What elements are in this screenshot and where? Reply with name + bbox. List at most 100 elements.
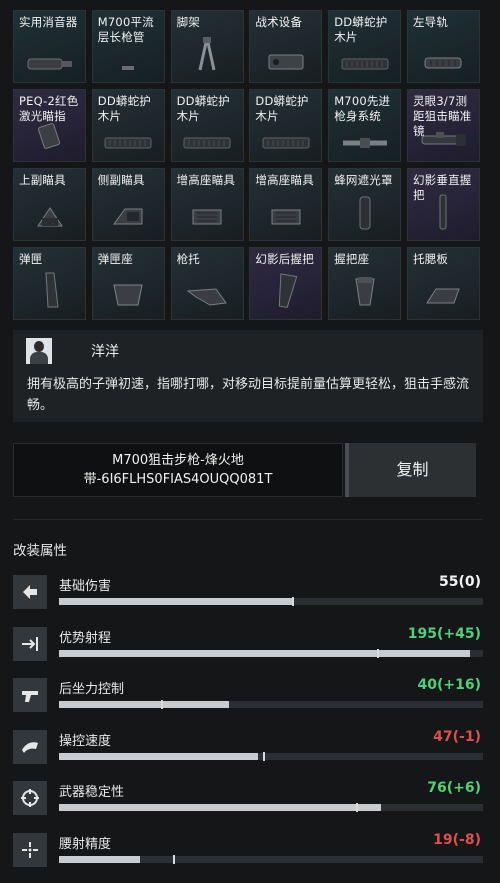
part-label: 蜂网遮光罩 <box>334 173 393 187</box>
part-slot[interactable]: 幻影垂直握把 <box>406 168 480 241</box>
part-label: 左导轨 <box>412 15 449 29</box>
part-slot[interactable]: 蜂网遮光罩 <box>328 168 402 241</box>
attribute-bar-fill <box>59 649 471 657</box>
part-slot[interactable]: 上副瞄具 <box>13 168 86 241</box>
part-slot[interactable]: 托腮板 <box>406 247 480 320</box>
cheek-rest-icon <box>424 285 462 313</box>
part-label: 增高座瞄具 <box>255 173 314 187</box>
range-icon <box>13 626 47 661</box>
side-sight-icon <box>111 204 145 234</box>
part-slot[interactable]: 实用消音器 <box>13 10 86 83</box>
part-slot[interactable]: DD蟒蛇护木片 <box>328 10 402 83</box>
scope-icon <box>418 129 468 155</box>
magazine-icon <box>40 271 60 313</box>
part-label: 增高座瞄具 <box>176 173 236 187</box>
part-slot[interactable]: DD蟒蛇护木片 <box>170 89 244 162</box>
grip-mount-icon <box>350 275 380 313</box>
attribute-value: 76(+6) <box>427 780 481 796</box>
description-text: 拥有极高的子弹初速，指哪打哪，对移动目标提前量估算更轻松，狙击手感流畅。 <box>27 377 470 413</box>
attribute-name: 武器稳定性 <box>59 785 125 800</box>
part-slot[interactable]: DD蟒蛇护木片 <box>91 89 165 162</box>
author-name: 洋洋 <box>91 344 119 360</box>
part-label: 枪托 <box>176 252 200 266</box>
attribute-bar-marker <box>292 597 295 606</box>
attribute-row: 优势射程 195(+45) <box>13 625 483 665</box>
damage-icon <box>13 575 47 609</box>
part-slot[interactable]: 弹匣座 <box>91 247 165 320</box>
attribute-row: 腰射精度 19(-8) <box>13 831 483 871</box>
attribute-value: 55(0) <box>438 574 481 590</box>
part-label: 战术设备 <box>255 15 303 29</box>
part-slot[interactable]: 脚架 <box>170 10 244 83</box>
handguard-panel-icon <box>341 56 389 76</box>
part-slot[interactable]: 握把座 <box>328 247 402 320</box>
part-slot[interactable]: 幻影后握把 <box>249 247 323 320</box>
attribute-row: 后坐力控制 40(+16) <box>13 676 483 716</box>
weapon-code-box: M700狙击步枪-烽火地 带-6I6FLHS0FIAS4OUQQ081T <box>13 443 343 497</box>
part-slot[interactable]: 枪托 <box>170 247 244 320</box>
attribute-bar-marker <box>355 803 358 812</box>
part-slot[interactable]: 弹匣 <box>13 247 86 320</box>
part-slot[interactable]: 灵眼3/7测距狙击瞄准镜 <box>406 89 480 162</box>
part-slot[interactable]: 侧副瞄具 <box>91 168 165 241</box>
suppressor-icon <box>27 56 73 76</box>
part-slot[interactable]: 左导轨 <box>406 10 480 83</box>
attribute-bar <box>59 700 483 709</box>
attribute-value: 47(-1) <box>433 728 481 745</box>
attribute-name: 操控速度 <box>59 733 112 749</box>
attribute-bar <box>59 751 483 761</box>
part-slot[interactable]: M700先进枪身系统 <box>328 89 402 162</box>
part-slot[interactable]: PEQ-2红色激光瞄指 <box>13 89 86 162</box>
part-label: M700先进枪身系统 <box>334 94 391 123</box>
attribute-bar <box>59 648 483 658</box>
attribute-name: 基础伤害 <box>59 579 112 594</box>
attribute-bar-marker <box>377 648 379 658</box>
attribute-value: 19(-8) <box>433 831 481 848</box>
parts-grid: 实用消音器 M700平流层长枪管 脚架 战术设备 DD蟒蛇护木片 左导轨 PEQ-2红色激光… <box>13 10 490 320</box>
handling-icon <box>13 729 47 764</box>
attribute-name: 腰射精度 <box>59 836 112 852</box>
part-slot[interactable]: M700平流层长枪管 <box>91 10 165 83</box>
attribute-name: 后坐力控制 <box>59 682 125 697</box>
attribute-bar-marker <box>262 751 265 761</box>
attribute-value: 195(+45) <box>407 625 481 642</box>
part-label: 上副瞄具 <box>19 173 66 187</box>
copy-button[interactable]: 复制 <box>345 443 476 497</box>
attribute-bar-fill <box>59 701 229 708</box>
vertical-grip-icon <box>436 194 450 234</box>
part-slot[interactable]: 战术设备 <box>249 10 323 83</box>
recoil-icon <box>13 678 47 712</box>
riser-mount-icon <box>269 204 303 234</box>
attribute-row: 武器稳定性 76(+6) <box>13 779 483 819</box>
handguard-panel-icon <box>183 135 231 155</box>
attribute-bar <box>59 854 483 864</box>
tactical-device-icon <box>267 52 305 76</box>
attribute-bar-fill <box>59 752 259 760</box>
part-label: 侧副瞄具 <box>97 173 145 187</box>
bipod-icon <box>194 36 220 76</box>
pistol-grip-icon <box>274 273 298 313</box>
magwell-icon <box>111 281 145 313</box>
part-label: 托腮板 <box>412 252 449 266</box>
avatar[interactable] <box>26 338 52 364</box>
part-label: M700平流层长枪管 <box>97 15 154 44</box>
part-label: 弹匣座 <box>97 252 133 266</box>
part-slot[interactable]: 增高座瞄具 <box>170 168 244 241</box>
part-label: 幻影后握把 <box>255 252 314 266</box>
attribute-bar-marker <box>160 700 163 709</box>
chassis-icon <box>342 135 388 155</box>
divider <box>13 519 483 520</box>
hipfire-icon <box>13 832 47 867</box>
laser-icon <box>36 119 64 155</box>
barrel-icon <box>121 57 135 76</box>
part-label: 弹匣 <box>19 252 43 266</box>
honeycomb-icon <box>359 196 371 234</box>
attribute-name: 优势射程 <box>59 630 112 646</box>
attribute-bar-fill <box>59 855 140 863</box>
part-label: DD蟒蛇护木片 <box>255 94 309 123</box>
part-slot[interactable]: 增高座瞄具 <box>249 168 323 241</box>
part-slot[interactable]: DD蟒蛇护木片 <box>249 89 323 162</box>
part-label: DD蟒蛇护木片 <box>97 94 152 123</box>
part-label: 脚架 <box>176 15 200 29</box>
weapon-code-line-1: M700狙击步枪-烽火地 <box>112 453 244 468</box>
